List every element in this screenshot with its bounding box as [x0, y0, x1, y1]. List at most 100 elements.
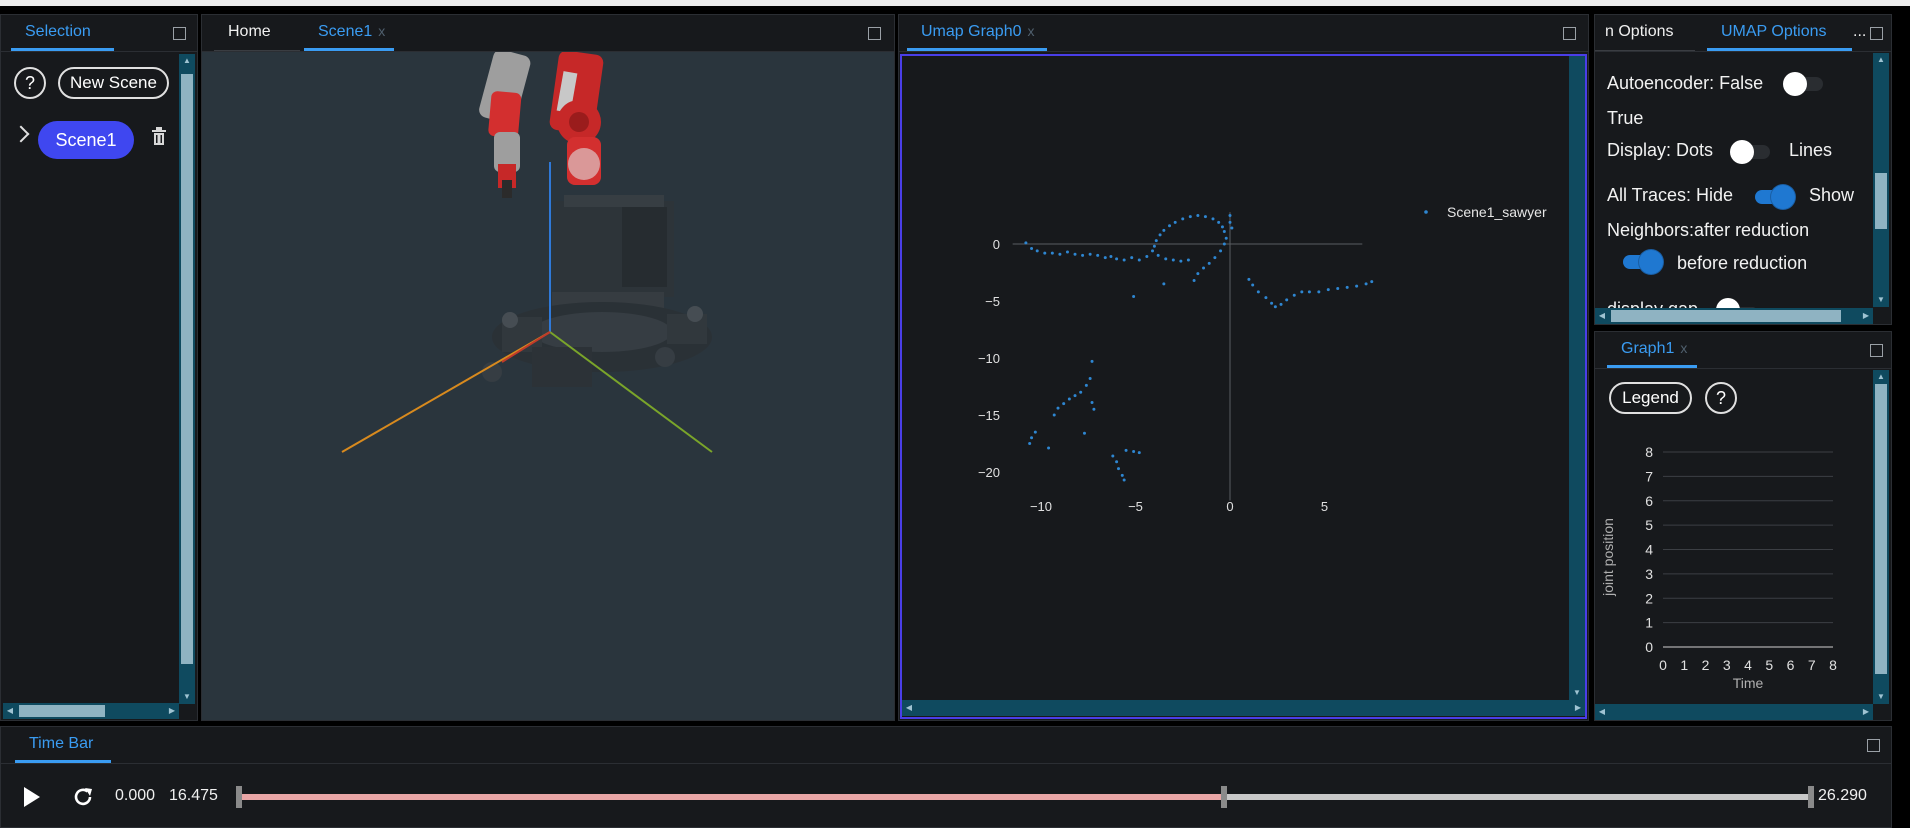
neighbors-toggle[interactable]	[1623, 250, 1663, 274]
scrollbar-thumb[interactable]	[1875, 384, 1887, 674]
restart-icon[interactable]	[72, 786, 94, 808]
3d-viewport[interactable]	[202, 49, 894, 720]
scroll-down-arrow-icon[interactable]: ▼	[1873, 690, 1889, 704]
scrollbar-thumb[interactable]	[19, 705, 105, 717]
tab-umap-options[interactable]: UMAP Options	[1707, 15, 1852, 51]
time-slider-start-handle[interactable]	[236, 786, 242, 808]
maximize-icon[interactable]	[1870, 27, 1883, 40]
scroll-right-arrow-icon[interactable]: ▶	[1859, 308, 1873, 324]
scroll-up-arrow-icon[interactable]: ▲	[1873, 53, 1889, 67]
scatter-point	[1355, 284, 1359, 288]
close-tab-icon[interactable]: x	[1680, 340, 1687, 356]
tab-home[interactable]: Home	[214, 15, 300, 51]
tab-graph1[interactable]: Graph1 x	[1607, 332, 1697, 368]
time-bar-tabbar: Time Bar	[1, 727, 1891, 764]
scroll-right-arrow-icon[interactable]: ▶	[165, 703, 179, 719]
close-tab-icon[interactable]: x	[378, 23, 385, 39]
expand-chevron-icon[interactable]	[12, 125, 30, 143]
scroll-up-arrow-icon[interactable]: ▲	[179, 54, 195, 68]
new-scene-button[interactable]: New Scene	[58, 67, 169, 99]
y-tick-label: −20	[978, 465, 1000, 480]
more-tabs-icon[interactable]: ...	[1853, 23, 1866, 41]
scroll-up-arrow-icon[interactable]: ▲	[1873, 370, 1889, 384]
play-icon[interactable]	[23, 786, 41, 808]
scatter-point	[1079, 390, 1083, 394]
y-tick-label: 0	[993, 237, 1000, 252]
time-slider-end-handle[interactable]	[1808, 786, 1814, 808]
scatter-point	[1364, 282, 1368, 286]
x-axis-label: Time	[1733, 675, 1764, 691]
tab-graph1-label: Graph1	[1621, 340, 1675, 357]
scroll-down-arrow-icon[interactable]: ▼	[1569, 686, 1585, 700]
y-tick-label: −5	[985, 294, 1000, 309]
scroll-right-arrow-icon[interactable]: ▶	[1571, 700, 1585, 716]
selection-horizontal-scrollbar[interactable]: ◀ ▶	[3, 703, 179, 719]
scatter-point	[1137, 451, 1141, 455]
joint-position-chart[interactable]: 0123456780 1 2 3 4 5 6 7 8Timejoint position	[1595, 432, 1865, 702]
scatter-point	[1230, 226, 1234, 230]
trash-icon[interactable]	[151, 127, 167, 145]
umap-vertical-scrollbar[interactable]: ▼	[1569, 56, 1585, 700]
options-vertical-scrollbar[interactable]: ▲ ▼	[1873, 53, 1889, 307]
scene-item-scene1[interactable]: Scene1	[38, 121, 134, 159]
scatter-point	[1058, 252, 1062, 256]
time-slider-track[interactable]	[239, 794, 1811, 800]
scatter-point	[1052, 413, 1056, 417]
scroll-left-arrow-icon[interactable]: ◀	[1595, 704, 1609, 720]
legend-label[interactable]: Scene1_sawyer	[1447, 204, 1547, 220]
scroll-down-arrow-icon[interactable]: ▼	[179, 690, 195, 704]
options-horizontal-scrollbar[interactable]: ◀ ▶	[1595, 308, 1873, 324]
help-button[interactable]: ?	[1705, 382, 1737, 414]
graph1-horizontal-scrollbar[interactable]: ◀ ▶	[1595, 704, 1873, 720]
scatter-point	[1115, 257, 1119, 261]
scroll-left-arrow-icon[interactable]: ◀	[902, 700, 916, 716]
time-slider-current-handle[interactable]	[1221, 786, 1227, 808]
tab-umap-graph0[interactable]: Umap Graph0 x	[907, 15, 1047, 51]
tab-selection[interactable]: Selection	[11, 15, 114, 51]
maximize-icon[interactable]	[868, 27, 881, 40]
legend-button[interactable]: Legend	[1609, 382, 1692, 414]
display-label: Display: Dots	[1607, 140, 1714, 160]
end-time-label: 26.290	[1818, 787, 1867, 804]
scrollbar-thumb[interactable]	[1611, 310, 1841, 322]
scatter-point	[1285, 298, 1289, 302]
close-tab-icon[interactable]: x	[1028, 23, 1035, 39]
scatter-point	[1030, 247, 1034, 251]
scroll-left-arrow-icon[interactable]: ◀	[1595, 308, 1609, 324]
tab-scene1[interactable]: Scene1 x	[304, 15, 394, 51]
scatter-point	[1111, 454, 1115, 458]
scatter-point	[1222, 229, 1226, 233]
selection-vertical-scrollbar[interactable]: ▲ ▼	[179, 54, 195, 704]
scatter-point	[1109, 255, 1113, 259]
scatter-point	[1056, 406, 1060, 410]
scatter-point	[1120, 473, 1124, 477]
scatter-point	[1090, 400, 1094, 404]
graph1-vertical-scrollbar[interactable]: ▲ ▼	[1873, 370, 1889, 704]
y-tick-label: 3	[1645, 566, 1653, 582]
scroll-right-arrow-icon[interactable]: ▶	[1859, 704, 1873, 720]
maximize-icon[interactable]	[1563, 27, 1576, 40]
scatter-point	[1158, 233, 1162, 237]
umap-scatter-chart[interactable]: −10 −5 0 5 0 −5 −10 −15 −20 Scene1_sawyer	[902, 56, 1567, 701]
scroll-down-arrow-icon[interactable]: ▼	[1873, 293, 1889, 307]
umap-horizontal-scrollbar[interactable]: ◀ ▶	[902, 700, 1585, 716]
all-traces-toggle[interactable]	[1755, 185, 1795, 209]
scrollbar-thumb[interactable]	[181, 74, 193, 664]
time-slider-played	[239, 794, 1224, 800]
scatter-point	[1162, 228, 1166, 232]
maximize-icon[interactable]	[1870, 344, 1883, 357]
maximize-icon[interactable]	[173, 27, 186, 40]
help-button[interactable]: ?	[14, 67, 46, 99]
display-toggle[interactable]	[1730, 140, 1770, 164]
scrollbar-thumb[interactable]	[1875, 173, 1887, 229]
tab-n-options[interactable]: n Options	[1595, 15, 1695, 51]
scatter-point	[1047, 446, 1051, 450]
scatter-point	[1145, 255, 1149, 259]
tab-time-bar[interactable]: Time Bar	[15, 727, 111, 763]
scatter-point	[1173, 220, 1177, 224]
maximize-icon[interactable]	[1867, 739, 1880, 752]
autoencoder-toggle[interactable]	[1783, 72, 1823, 96]
options-tabbar: n Options UMAP Options ...	[1595, 15, 1891, 52]
scatter-point	[1067, 397, 1071, 401]
scroll-left-arrow-icon[interactable]: ◀	[3, 703, 17, 719]
